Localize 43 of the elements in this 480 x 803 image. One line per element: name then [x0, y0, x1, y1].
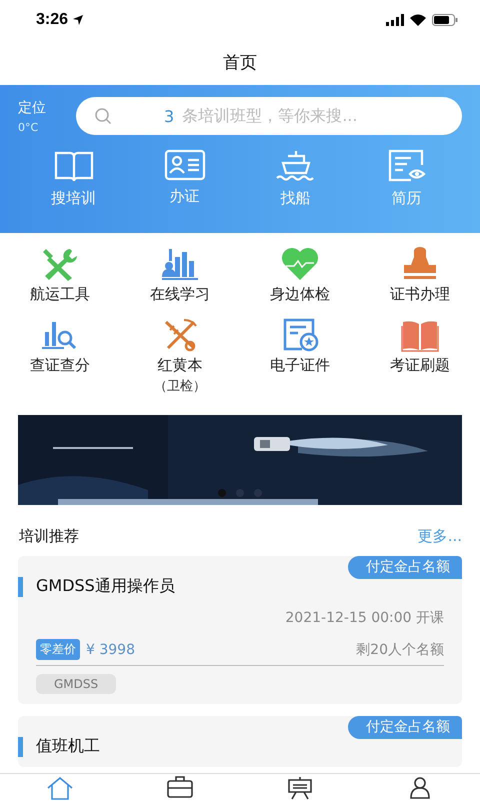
signal-icon [386, 14, 404, 26]
service-label[interactable]: 在线学习 [150, 285, 210, 304]
service-label[interactable]: 电子证件 [270, 356, 330, 375]
id-card-icon [164, 149, 206, 181]
course-price: ¥ 3998 [86, 642, 135, 658]
price-tag: 零差价 [36, 639, 80, 660]
search-placeholder: 条培训班型，等你来搜... [182, 106, 358, 126]
bar-chart-icon [160, 247, 200, 281]
ship-icon [274, 149, 316, 183]
service-label[interactable]: 航运工具 [30, 285, 90, 304]
start-date: 2021-12-15 00:00 开课 [284, 609, 444, 627]
course-tag: GMDSS [36, 674, 116, 694]
person-icon [408, 776, 432, 800]
service-sublabel: （卫检） [154, 378, 206, 395]
service-label[interactable]: 查证查分 [30, 356, 90, 375]
service-label[interactable]: 红黄本 [158, 356, 202, 375]
battery-icon [432, 14, 458, 26]
service-label[interactable]: 考证刷题 [390, 356, 450, 375]
course-title: 值班机工 [36, 736, 101, 757]
temperature: 0°C [18, 120, 40, 134]
home-icon [46, 776, 74, 800]
heart-icon [280, 247, 320, 281]
location-arrow-icon [72, 14, 84, 26]
deposit-badge: 付定金占名额 [348, 556, 462, 579]
search-icon [94, 107, 112, 125]
search-count: 3 [164, 106, 174, 126]
briefcase-icon [167, 776, 193, 798]
service-label[interactable]: 证书办理 [390, 285, 450, 304]
status-time: 3:26 [36, 11, 68, 29]
course-card[interactable]: 付定金占名额 GMDSS通用操作员 2021-12-15 00:00 开课 零差价 ¥ 3998 剩20人个名额 GMDSS [18, 556, 462, 704]
accent-bar [18, 737, 23, 757]
accent-bar [18, 577, 23, 597]
book-icon [52, 149, 94, 183]
page-title: 首页 [223, 52, 257, 74]
easel-icon [287, 776, 313, 800]
section-title: 培训推荐 [19, 527, 79, 546]
location-label: 定位 [18, 98, 47, 116]
remaining-seats: 剩20人个名额 [356, 640, 444, 658]
course-card[interactable]: 付定金占名额 值班机工 [18, 716, 462, 767]
course-title: GMDSS通用操作员 [36, 576, 176, 597]
wifi-icon [410, 14, 426, 26]
service-label[interactable]: 身边体检 [270, 285, 330, 304]
deposit-badge: 付定金占名额 [348, 716, 462, 739]
